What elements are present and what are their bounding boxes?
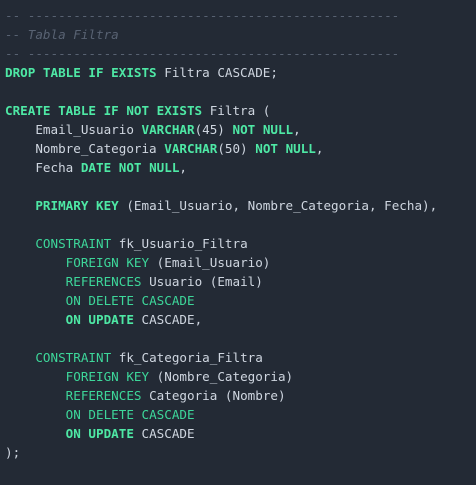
code-line: Nombre_Categoria VARCHAR(50) NOT NULL,: [5, 139, 476, 158]
code-line: ON DELETE CASCADE: [5, 291, 476, 310]
code-token: );: [5, 445, 21, 460]
code-token: CONSTRAINT: [35, 236, 112, 251]
code-line: ​: [5, 177, 476, 196]
code-token: NOT NULL: [232, 122, 294, 137]
code-line: );: [5, 443, 476, 462]
code-line: PRIMARY KEY (Email_Usuario, Nombre_Categ…: [5, 196, 476, 215]
code-line: FOREIGN KEY (Nombre_Categoria): [5, 367, 476, 386]
code-token: -- -------------------------------------…: [5, 46, 400, 61]
code-line: CONSTRAINT fk_Usuario_Filtra: [5, 234, 476, 253]
code-token: DATE NOT NULL: [80, 160, 180, 175]
code-token: (Email_Usuario): [149, 255, 271, 270]
code-token: Filtra CASCADE;: [156, 65, 278, 80]
code-line: CONSTRAINT fk_Categoria_Filtra: [5, 348, 476, 367]
code-token: CONSTRAINT: [35, 350, 112, 365]
code-token: fk_Categoria_Filtra: [111, 350, 263, 365]
code-line: -- -------------------------------------…: [5, 44, 476, 63]
code-line: Email_Usuario VARCHAR(45) NOT NULL,: [5, 120, 476, 139]
code-token: ,: [293, 122, 301, 137]
code-token: Filtra (: [202, 103, 271, 118]
code-token: ,: [179, 160, 187, 175]
code-token: Categoria (Nombre): [141, 388, 286, 403]
code-token: DROP TABLE IF EXISTS: [5, 65, 157, 80]
code-token: ON UPDATE: [65, 312, 134, 327]
code-line: ON UPDATE CASCADE,: [5, 310, 476, 329]
code-token: -- Tabla Filtra: [5, 27, 119, 42]
code-token: FOREIGN KEY: [65, 255, 150, 270]
code-line: REFERENCES Categoria (Nombre): [5, 386, 476, 405]
code-line: ON UPDATE CASCADE: [5, 424, 476, 443]
code-token: ON UPDATE: [65, 426, 134, 441]
code-token: fk_Usuario_Filtra: [111, 236, 248, 251]
code-token: VARCHAR: [141, 122, 195, 137]
code-token: PRIMARY KEY: [35, 198, 119, 213]
code-token: ON DELETE CASCADE: [65, 407, 195, 422]
code-line: ON DELETE CASCADE: [5, 405, 476, 424]
code-token: (45): [194, 122, 233, 137]
code-line: ​: [5, 329, 476, 348]
code-token: (Nombre_Categoria): [149, 369, 294, 384]
code-token: FOREIGN KEY: [65, 369, 150, 384]
code-token: ,: [315, 141, 324, 156]
code-token: VARCHAR: [164, 141, 218, 156]
code-line: -- -------------------------------------…: [5, 6, 476, 25]
code-line: CREATE TABLE IF NOT EXISTS Filtra (: [5, 101, 476, 120]
code-line: DROP TABLE IF EXISTS Filtra CASCADE;: [5, 63, 476, 82]
code-token: CASCADE: [133, 426, 195, 441]
code-token: (Email_Usuario, Nombre_Categoria, Fecha)…: [118, 198, 438, 213]
code-token: (50): [217, 141, 256, 156]
code-token: ON DELETE CASCADE: [65, 293, 195, 308]
code-token: Fecha: [5, 160, 81, 175]
code-line: Fecha DATE NOT NULL,: [5, 158, 476, 177]
code-token: CREATE TABLE IF NOT EXISTS: [5, 103, 203, 118]
code-editor[interactable]: -- -------------------------------------…: [5, 6, 476, 462]
code-token: CASCADE,: [133, 312, 203, 327]
code-token: Nombre_Categoria: [5, 141, 165, 156]
code-token: Email_Usuario: [5, 122, 142, 137]
code-line: -- Tabla Filtra: [5, 25, 476, 44]
code-line: ​: [5, 82, 476, 101]
code-token: -- -------------------------------------…: [5, 8, 400, 23]
code-token: Usuario (Email): [141, 274, 263, 289]
code-token: REFERENCES: [65, 274, 142, 289]
code-token: NOT NULL: [255, 141, 316, 156]
code-line: FOREIGN KEY (Email_Usuario): [5, 253, 476, 272]
code-line: REFERENCES Usuario (Email): [5, 272, 476, 291]
code-line: ​: [5, 215, 476, 234]
code-token: REFERENCES: [65, 388, 142, 403]
